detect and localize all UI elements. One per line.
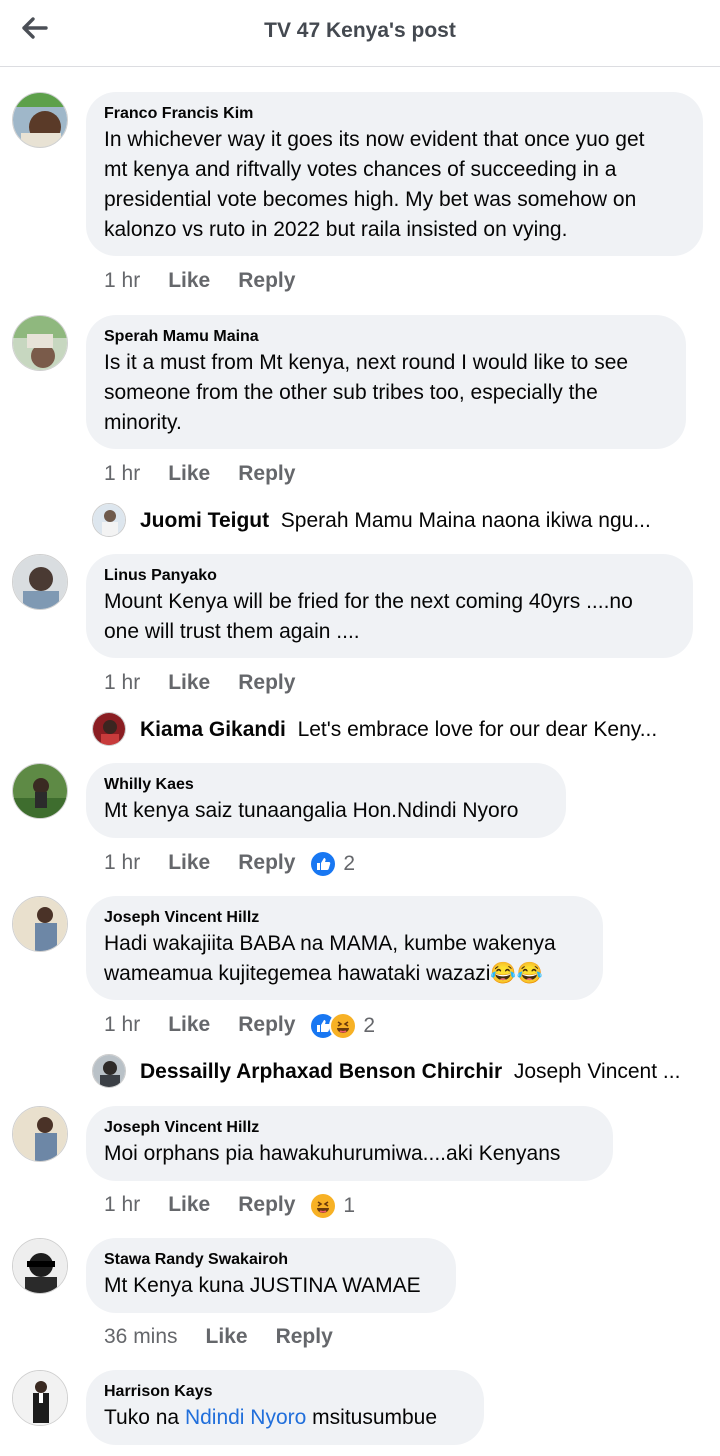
reply-author[interactable]: Juomi Teigut [140, 509, 269, 532]
comment-text: Tuko na Ndindi Nyoro msitusumbue [104, 1406, 438, 1429]
comment-bubble: Joseph Vincent Hillz Hadi wakajiita BABA… [86, 896, 603, 1000]
reply-preview-row[interactable]: Kiama Gikandi Let's embrace love for our… [92, 712, 702, 748]
reply-author[interactable]: Dessailly Arphaxad Benson Chirchir [140, 1060, 502, 1083]
comment-author[interactable]: Stawa Randy Swakairoh [104, 1251, 438, 1269]
like-button[interactable]: Like [206, 1323, 248, 1351]
haha-reaction-icon [309, 1191, 338, 1220]
reply-button[interactable]: Reply [276, 1323, 333, 1351]
comment-bubble: Sperah Mamu Maina Is it a must from Mt k… [86, 315, 686, 449]
reaction-count: 2 [343, 851, 356, 875]
reply-text: Sperah Mamu Maina naona ikiwa ngu... [280, 509, 651, 532]
avatar[interactable] [12, 1370, 68, 1426]
comment-author[interactable]: Linus Panyako [104, 567, 675, 585]
comment-author[interactable]: Joseph Vincent Hillz [104, 1119, 595, 1137]
comment-time[interactable]: 1 hr [104, 460, 140, 488]
comment-text: Mount Kenya will be fried for the next c… [104, 590, 633, 643]
comment-time[interactable]: 36 mins [104, 1323, 178, 1351]
like-button[interactable]: Like [168, 267, 210, 295]
avatar[interactable] [12, 1238, 68, 1294]
like-button[interactable]: Like [168, 1191, 210, 1219]
comment-bubble: Franco Francis Kim In whichever way it g… [86, 92, 703, 256]
comment-author[interactable]: Sperah Mamu Maina [104, 328, 668, 346]
page-title: TV 47 Kenya's post [264, 19, 456, 42]
reply-button[interactable]: Reply [238, 1011, 295, 1039]
avatar[interactable] [12, 1106, 68, 1162]
reply-avatar [92, 712, 126, 746]
comment-actions: 36 mins Like Reply [104, 1323, 347, 1351]
reaction-summary[interactable]: 2 [309, 1011, 376, 1040]
reply-avatar [92, 503, 126, 537]
comment-time[interactable]: 1 hr [104, 1191, 140, 1219]
comment-text: Mt kenya saiz tunaangalia Hon.Ndindi Nyo… [104, 799, 519, 822]
like-button[interactable]: Like [168, 669, 210, 697]
top-bar: TV 47 Kenya's post [0, 0, 720, 67]
comment-actions: 1 hr Like Reply [104, 460, 309, 488]
comment-text: In whichever way it goes its now evident… [104, 128, 645, 241]
comment-bubble: Linus Panyako Mount Kenya will be fried … [86, 554, 693, 658]
reply-button[interactable]: Reply [238, 849, 295, 877]
comment-author[interactable]: Joseph Vincent Hillz [104, 909, 585, 927]
comment-actions: 1 hr Like Reply 2 [104, 849, 356, 878]
reply-author[interactable]: Kiama Gikandi [140, 718, 286, 741]
comment-actions: 1 hr Like Reply [104, 669, 309, 697]
mention-link[interactable]: Ndindi Nyoro [185, 1406, 306, 1429]
reply-button[interactable]: Reply [238, 267, 295, 295]
comment-time[interactable]: 1 hr [104, 669, 140, 697]
reply-button[interactable]: Reply [238, 460, 295, 488]
avatar[interactable] [12, 315, 68, 371]
comment-text: Moi orphans pia hawakuhurumiwa....aki Ke… [104, 1142, 561, 1165]
like-button[interactable]: Like [168, 849, 210, 877]
avatar[interactable] [12, 92, 68, 148]
avatar[interactable] [12, 896, 68, 952]
reply-preview-row[interactable]: Dessailly Arphaxad Benson Chirchir Josep… [92, 1054, 702, 1090]
haha-reaction-icon [329, 1011, 358, 1040]
comment-author[interactable]: Franco Francis Kim [104, 105, 685, 123]
comment-time[interactable]: 1 hr [104, 849, 140, 877]
comment-time[interactable]: 1 hr [104, 267, 140, 295]
reply-preview-row[interactable]: Juomi Teigut Sperah Mamu Maina naona iki… [92, 503, 702, 539]
comment-author[interactable]: Harrison Kays [104, 1383, 466, 1401]
comment-bubble: Whilly Kaes Mt kenya saiz tunaangalia Ho… [86, 763, 566, 838]
reaction-summary[interactable]: 2 [309, 849, 356, 878]
reply-text: Let's embrace love for our dear Keny... [297, 718, 658, 741]
comment-text: Mt Kenya kuna JUSTINA WAMAE [104, 1274, 421, 1297]
avatar[interactable] [12, 763, 68, 819]
comment-text: Hadi wakajiita BABA na MAMA, kumbe waken… [104, 932, 556, 985]
reaction-summary[interactable]: 1 [309, 1191, 356, 1220]
reply-avatar [92, 1054, 126, 1088]
like-reaction-icon [309, 849, 338, 878]
reaction-count: 2 [363, 1013, 376, 1037]
like-button[interactable]: Like [168, 1011, 210, 1039]
like-button[interactable]: Like [168, 460, 210, 488]
reply-button[interactable]: Reply [238, 1191, 295, 1219]
comment-actions: 1 hr Like Reply 2 [104, 1011, 376, 1040]
comment-actions: 1 hr Like Reply [104, 267, 309, 295]
comment-bubble: Harrison Kays Tuko na Ndindi Nyoro msitu… [86, 1370, 484, 1445]
comment-text: Is it a must from Mt kenya, next round I… [104, 351, 629, 434]
avatar[interactable] [12, 554, 68, 610]
comment-time[interactable]: 1 hr [104, 1011, 140, 1039]
reply-text: Joseph Vincent ... [513, 1060, 681, 1083]
reaction-count: 1 [343, 1193, 356, 1217]
reply-button[interactable]: Reply [238, 669, 295, 697]
comment-bubble: Joseph Vincent Hillz Moi orphans pia haw… [86, 1106, 613, 1181]
comment-actions: 1 hr Like Reply 1 [104, 1191, 356, 1220]
comment-bubble: Stawa Randy Swakairoh Mt Kenya kuna JUST… [86, 1238, 456, 1313]
comment-author[interactable]: Whilly Kaes [104, 776, 548, 794]
